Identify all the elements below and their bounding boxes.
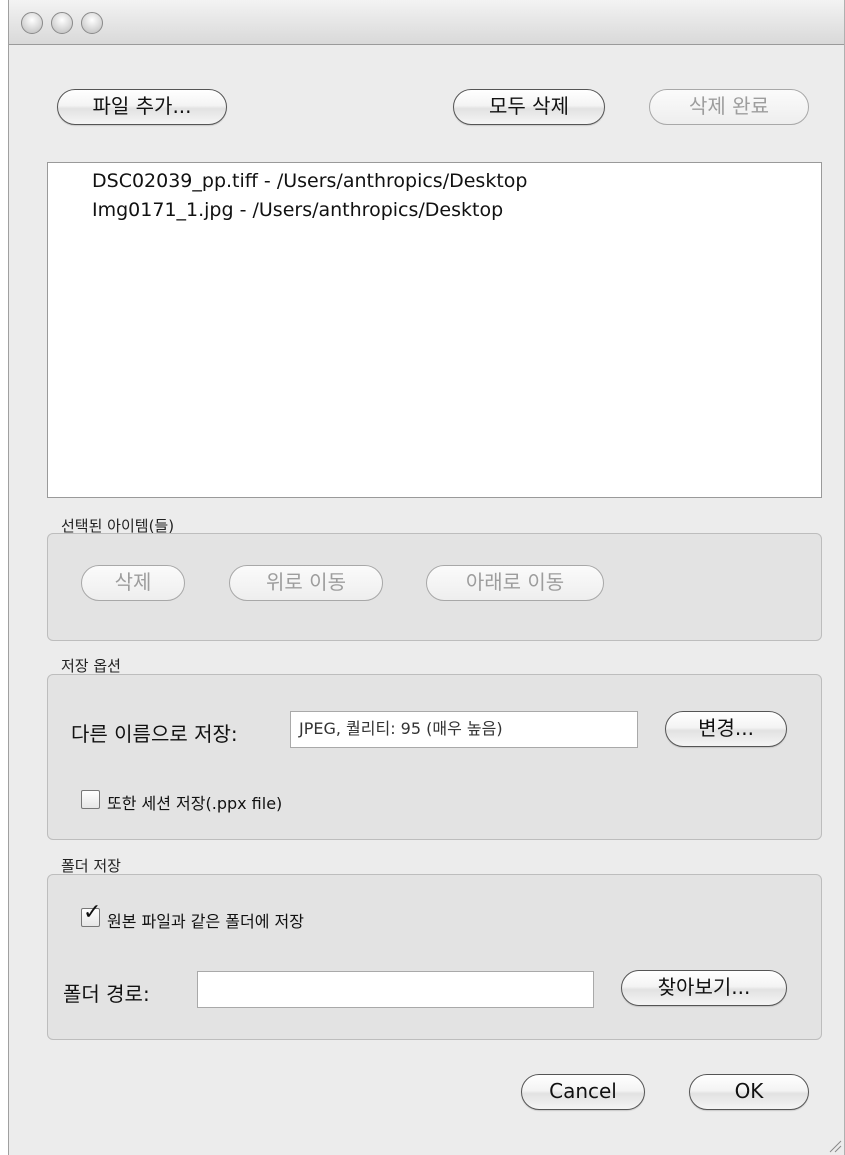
- checkmark-icon: ✓: [83, 900, 102, 925]
- close-window-button[interactable]: [21, 12, 43, 34]
- list-item[interactable]: Img0171_1.jpg - /Users/anthropics/Deskto…: [92, 199, 503, 221]
- minimize-window-button[interactable]: [51, 12, 73, 34]
- zoom-window-button[interactable]: [81, 12, 103, 34]
- remove-finished-button[interactable]: 삭제 완료: [649, 89, 809, 125]
- cancel-button[interactable]: Cancel: [521, 1074, 645, 1110]
- same-folder-label: 원본 파일과 같은 폴더에 저장: [107, 912, 304, 931]
- list-item[interactable]: DSC02039_pp.tiff - /Users/anthropics/Des…: [92, 170, 527, 192]
- add-files-button[interactable]: 파일 추가...: [57, 89, 227, 125]
- folder-save-group: [47, 874, 822, 1040]
- save-as-label: 다른 이름으로 저장:: [71, 722, 238, 746]
- file-list[interactable]: DSC02039_pp.tiff - /Users/anthropics/Des…: [47, 162, 822, 498]
- move-down-button[interactable]: 아래로 이동: [426, 565, 604, 601]
- save-session-checkbox[interactable]: [81, 790, 100, 809]
- same-folder-checkbox[interactable]: ✓: [81, 902, 101, 927]
- folder-path-label: 폴더 경로:: [63, 982, 150, 1006]
- change-format-button[interactable]: 변경...: [665, 711, 787, 747]
- move-up-button[interactable]: 위로 이동: [229, 565, 383, 601]
- dialog-window: 파일 추가... 모두 삭제 삭제 완료 DSC02039_pp.tiff - …: [8, 0, 845, 1155]
- title-bar[interactable]: [9, 0, 844, 45]
- folder-save-legend: 폴더 저장: [61, 857, 121, 875]
- remove-all-button[interactable]: 모두 삭제: [453, 89, 605, 125]
- folder-path-field[interactable]: [197, 971, 594, 1008]
- delete-button[interactable]: 삭제: [81, 565, 185, 601]
- save-options-legend: 저장 옵션: [61, 657, 121, 675]
- browse-button[interactable]: 찾아보기...: [621, 970, 787, 1006]
- ok-button[interactable]: OK: [689, 1074, 809, 1110]
- save-options-group: [47, 674, 822, 840]
- save-as-format-field[interactable]: JPEG, 퀄리티: 95 (매우 높음): [290, 711, 638, 748]
- resize-grip-icon[interactable]: [826, 1137, 842, 1153]
- save-session-label: 또한 세션 저장(.ppx file): [107, 794, 283, 813]
